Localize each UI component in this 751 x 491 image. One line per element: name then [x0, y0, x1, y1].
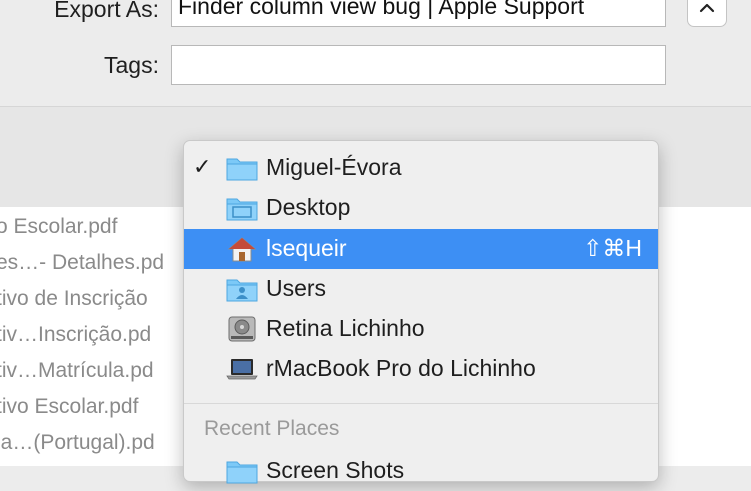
home-icon: [227, 237, 257, 262]
menu-item-label: Users: [266, 275, 327, 301]
checkmark-icon: ✓: [193, 154, 212, 179]
menu-item-label: Desktop: [266, 194, 351, 220]
tags-field[interactable]: [171, 45, 666, 85]
desktop-folder-icon: [226, 198, 258, 221]
folder-icon: [226, 158, 258, 181]
recent-places-header: Recent Places: [204, 417, 340, 440]
file-item[interactable]: tivo de Inscrição: [0, 287, 148, 311]
menu-item-rmacbook-pro[interactable]: rMacBook Pro do Lichinho: [184, 349, 658, 389]
file-item[interactable]: tivo Escolar.pdf: [0, 395, 138, 419]
export-as-label: Export As:: [54, 0, 159, 22]
folder-icon: [226, 461, 258, 484]
export-as-field[interactable]: Finder column view bug | Apple Support: [171, 0, 666, 27]
menu-item-screen-shots[interactable]: Screen Shots: [184, 451, 658, 491]
collapse-button[interactable]: [687, 0, 727, 27]
chevron-up-icon: [699, 3, 715, 12]
location-menu: ✓ Miguel-Évora Desktop lsequeir ⇧⌘H User…: [183, 140, 659, 484]
keyboard-shortcut: ⇧⌘H: [583, 235, 642, 261]
laptop-icon: [226, 359, 258, 380]
menu-item-miguel-evora[interactable]: ✓ Miguel-Évora: [184, 148, 658, 188]
file-item[interactable]: la…(Portugal).pd: [0, 431, 155, 455]
tags-label: Tags:: [104, 52, 159, 78]
menu-item-desktop[interactable]: Desktop: [184, 188, 658, 228]
menu-item-label: Screen Shots: [266, 457, 405, 483]
users-folder-icon: [226, 279, 258, 302]
menu-item-label: Retina Lichinho: [266, 315, 425, 341]
export-panel: Export As: Finder column view bug | Appl…: [0, 0, 751, 106]
menu-item-users[interactable]: Users: [184, 269, 658, 309]
file-item[interactable]: tiv…Inscrição.pd: [0, 323, 151, 347]
file-item[interactable]: o Escolar.pdf: [0, 215, 117, 239]
menu-item-home[interactable]: lsequeir ⇧⌘H: [184, 229, 658, 269]
file-item[interactable]: tiv…Matrícula.pd: [0, 359, 154, 383]
menu-item-label: lsequeir: [266, 235, 347, 261]
menu-item-retina-lichinho[interactable]: Retina Lichinho: [184, 309, 658, 349]
menu-separator: [184, 403, 658, 404]
file-item[interactable]: es…- Detalhes.pd: [0, 251, 164, 275]
menu-item-label: Miguel-Évora: [266, 154, 402, 180]
hard-drive-icon: [228, 316, 256, 342]
menu-item-label: rMacBook Pro do Lichinho: [266, 355, 536, 381]
